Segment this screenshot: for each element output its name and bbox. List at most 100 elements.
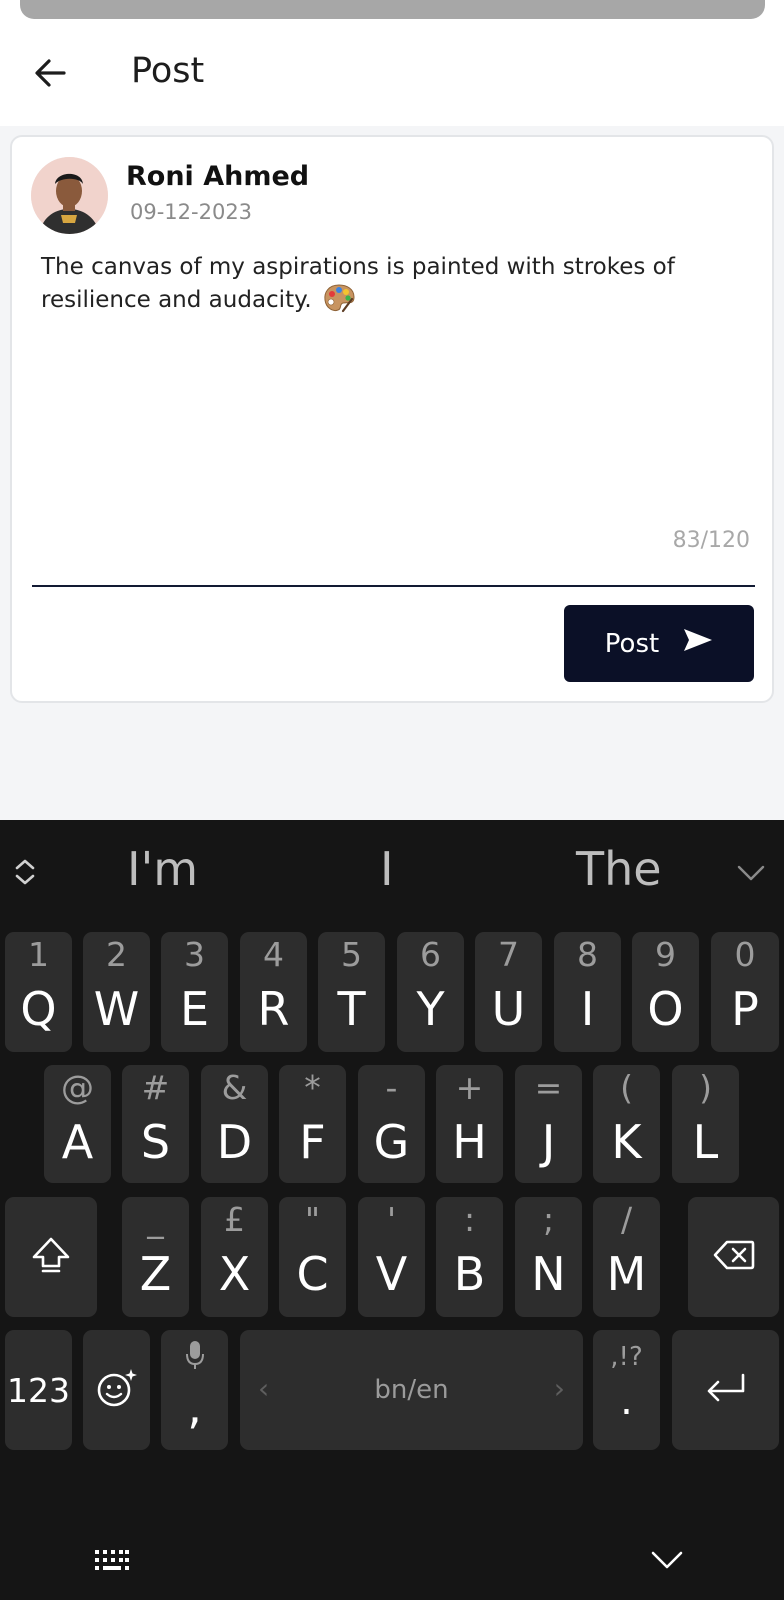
- key-c[interactable]: " C: [279, 1197, 346, 1317]
- key-label: Z: [139, 1247, 172, 1301]
- key-s[interactable]: # S: [122, 1065, 189, 1183]
- key-j[interactable]: = J: [515, 1065, 582, 1183]
- key-hint: 1: [28, 935, 49, 974]
- key-hint: ,!?: [610, 1342, 643, 1372]
- key-d[interactable]: & D: [201, 1065, 268, 1183]
- key-hint: 2: [106, 935, 127, 974]
- key-hint: *: [304, 1068, 321, 1107]
- post-button[interactable]: Post: [564, 605, 754, 682]
- post-button-label: Post: [604, 628, 660, 659]
- shift-icon: [31, 1236, 71, 1278]
- key-l[interactable]: ) L: [672, 1065, 739, 1183]
- key-h[interactable]: + H: [436, 1065, 503, 1183]
- key-hint: 8: [577, 935, 598, 974]
- key-label: H: [452, 1115, 487, 1169]
- emoji-key[interactable]: [83, 1330, 150, 1450]
- key-label: D: [216, 1115, 253, 1169]
- character-counter: 83/120: [672, 528, 750, 553]
- key-u[interactable]: 7U: [475, 932, 542, 1052]
- key-hint: #: [141, 1068, 170, 1107]
- shift-key[interactable]: [5, 1197, 97, 1317]
- chevron-right-icon: ›: [553, 1372, 565, 1405]
- key-y[interactable]: 6Y: [397, 932, 464, 1052]
- key-hint: (: [620, 1068, 633, 1107]
- suggestion-2[interactable]: I: [380, 842, 394, 896]
- key-k[interactable]: (K: [593, 1065, 660, 1183]
- key-label: E: [179, 982, 210, 1036]
- expand-toolbar-icon[interactable]: [12, 857, 38, 891]
- key-f[interactable]: * F: [279, 1065, 346, 1183]
- key-a[interactable]: @ A: [44, 1065, 111, 1183]
- key-i[interactable]: 8I: [554, 932, 621, 1052]
- app-bar: Post: [0, 19, 784, 126]
- hide-keyboard-icon[interactable]: [650, 1550, 684, 1574]
- keyboard-switch-icon[interactable]: [94, 1548, 130, 1576]
- key-hint: /: [620, 1200, 633, 1239]
- microphone-icon: [185, 1340, 205, 1374]
- key-label: Y: [416, 982, 445, 1036]
- key-r[interactable]: 4R: [240, 932, 307, 1052]
- chevron-down-icon[interactable]: [736, 864, 766, 886]
- key-e[interactable]: 3E: [161, 932, 228, 1052]
- key-label: A: [61, 1115, 94, 1169]
- key-label: S: [140, 1115, 171, 1169]
- avatar: [31, 157, 108, 234]
- key-label: T: [337, 982, 366, 1036]
- key-hint: +: [455, 1068, 484, 1107]
- enter-icon: [705, 1372, 747, 1408]
- key-label: O: [647, 982, 684, 1036]
- key-label: N: [531, 1247, 566, 1301]
- key-hint: 7: [498, 935, 519, 974]
- comma-key[interactable]: ,: [161, 1330, 228, 1450]
- send-icon: [683, 628, 713, 659]
- key-label: L: [692, 1115, 719, 1169]
- comma-label: ,: [187, 1380, 202, 1434]
- key-q[interactable]: 1Q: [5, 932, 72, 1052]
- key-m[interactable]: / M: [593, 1197, 660, 1317]
- key-hint: ;: [542, 1200, 555, 1239]
- input-underline: [32, 585, 755, 587]
- key-label: M: [606, 1247, 647, 1301]
- key-label: G: [373, 1115, 410, 1169]
- key-hint: 6: [420, 935, 441, 974]
- key-o[interactable]: 9O: [632, 932, 699, 1052]
- period-key[interactable]: ,!? .: [593, 1330, 660, 1450]
- key-label: C: [296, 1247, 329, 1301]
- chevron-left-icon: ‹: [258, 1372, 270, 1405]
- key-hint: ': [386, 1200, 397, 1239]
- suggestion-1[interactable]: I'm: [127, 842, 198, 896]
- key-label: W: [93, 982, 140, 1036]
- key-b[interactable]: :B: [436, 1197, 503, 1317]
- author-name: Roni Ahmed: [126, 161, 310, 192]
- key-hint: ): [699, 1068, 712, 1107]
- backspace-key[interactable]: [688, 1197, 779, 1317]
- key-z[interactable]: _ Z: [122, 1197, 189, 1317]
- space-bar[interactable]: ‹ bn/en ›: [240, 1330, 583, 1450]
- sheet-handle: [20, 0, 765, 19]
- key-hint: _: [147, 1200, 164, 1239]
- key-label: Q: [20, 982, 57, 1036]
- number-mode-key[interactable]: 123: [5, 1330, 72, 1450]
- key-v[interactable]: ' V: [358, 1197, 425, 1317]
- key-label: P: [731, 982, 759, 1036]
- key-n[interactable]: ; N: [515, 1197, 582, 1317]
- keyboard-bottom-bar: [0, 1526, 784, 1600]
- key-w[interactable]: 2W: [83, 932, 150, 1052]
- space-label: bn/en: [374, 1375, 449, 1405]
- post-card: Roni Ahmed 09-12-2023 The canvas of my a…: [10, 135, 774, 703]
- key-hint: ": [304, 1200, 321, 1239]
- key-p[interactable]: 0P: [711, 932, 779, 1052]
- back-button[interactable]: [22, 47, 78, 103]
- key-t[interactable]: 5T: [318, 932, 385, 1052]
- key-g[interactable]: -G: [358, 1065, 425, 1183]
- key-hint: 3: [184, 935, 205, 974]
- suggestion-3[interactable]: The: [576, 842, 662, 896]
- enter-key[interactable]: [672, 1330, 779, 1450]
- arrow-left-icon: [32, 55, 68, 95]
- key-label: I: [580, 982, 595, 1036]
- key-hint: @: [61, 1068, 94, 1107]
- suggestion-bar: I'm I The: [0, 820, 784, 920]
- key-x[interactable]: £ X: [201, 1197, 268, 1317]
- emoji-sparkle-icon: [95, 1367, 139, 1413]
- post-text-input[interactable]: The canvas of my aspirations is painted …: [41, 252, 731, 322]
